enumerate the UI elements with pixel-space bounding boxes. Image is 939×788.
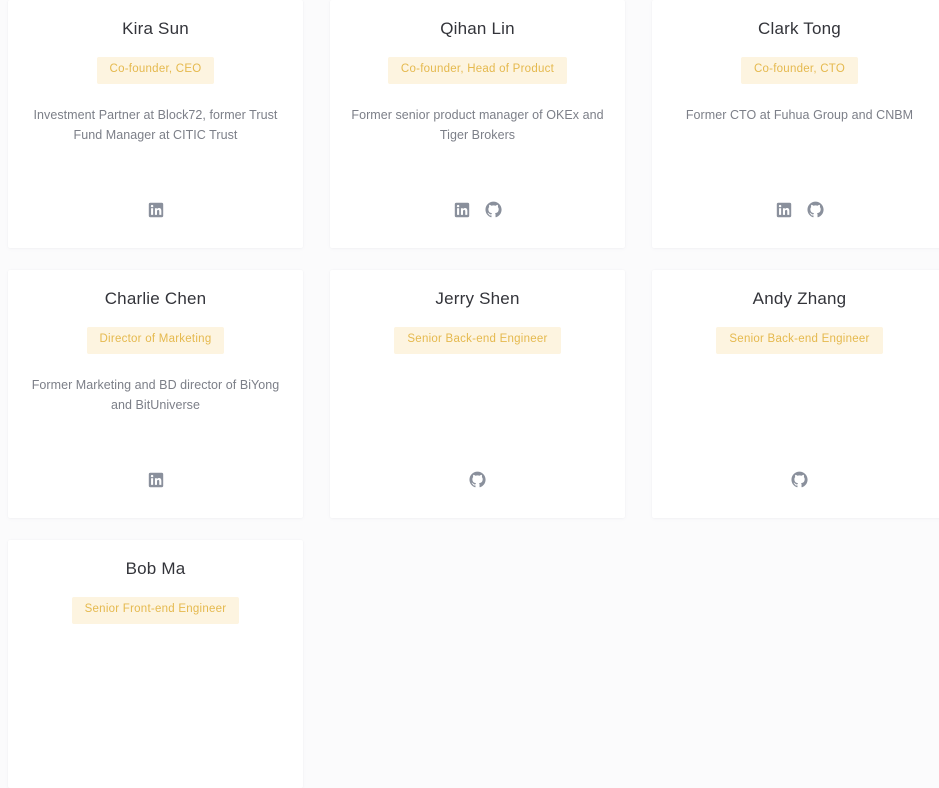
github-icon[interactable] xyxy=(791,471,808,488)
team-member-card[interactable]: Bob Ma Senior Front-end Engineer xyxy=(8,540,303,788)
member-bio: Investment Partner at Block72, former Tr… xyxy=(33,107,278,142)
team-members-grid: Kira Sun Co-founder, CEO Investment Partne… xyxy=(0,0,939,788)
member-name: Jerry Shen xyxy=(435,289,520,308)
member-bio: Former senior product manager of OKEx an… xyxy=(351,107,604,142)
linkedin-icon[interactable] xyxy=(776,201,793,218)
github-icon[interactable] xyxy=(806,201,824,218)
github-icon[interactable] xyxy=(469,471,486,488)
member-social-links xyxy=(330,471,625,488)
linkedin-icon[interactable] xyxy=(454,201,471,218)
member-role-badge: Senior Back-end Engineer xyxy=(394,327,561,354)
member-name: Andy Zhang xyxy=(752,289,847,308)
member-name: Clark Tong xyxy=(758,19,841,38)
member-social-links xyxy=(652,471,939,488)
member-role-badge: Co-founder, CEO xyxy=(96,57,215,84)
team-member-card[interactable]: Jerry Shen Senior Back-end Engineer xyxy=(330,270,625,518)
member-name: Bob Ma xyxy=(125,559,186,578)
member-role-badge: Director of Marketing xyxy=(86,327,225,354)
member-social-links xyxy=(8,201,303,218)
team-member-card[interactable]: Andy Zhang Senior Back-end Engineer xyxy=(652,270,939,518)
member-social-links xyxy=(330,201,625,218)
member-role-badge: Senior Front-end Engineer xyxy=(71,597,240,624)
member-bio: Former Marketing and BD director of BiYo… xyxy=(31,377,280,412)
team-member-card[interactable]: Charlie Chen Director of Marketing Former … xyxy=(8,270,303,518)
team-member-card[interactable]: Clark Tong Co-founder, CTO Former CTO at F… xyxy=(652,0,939,248)
member-role-badge: Co-founder, CTO xyxy=(740,57,859,84)
member-bio: Former CTO at Fuhua Group and CNBM xyxy=(685,107,914,122)
member-role-badge: Co-founder, Head of Product xyxy=(387,57,568,84)
member-name: Kira Sun xyxy=(122,19,189,38)
member-name: Charlie Chen xyxy=(104,289,207,308)
team-member-card[interactable]: Kira Sun Co-founder, CEO Investment Partne… xyxy=(8,0,303,248)
team-member-card[interactable]: Qihan Lin Co-founder, Head of Product Form… xyxy=(330,0,625,248)
member-role-badge: Senior Back-end Engineer xyxy=(716,327,883,354)
linkedin-icon[interactable] xyxy=(147,201,164,218)
member-social-links xyxy=(8,471,303,488)
github-icon[interactable] xyxy=(484,201,502,218)
linkedin-icon[interactable] xyxy=(147,471,164,488)
member-social-links xyxy=(652,201,939,218)
member-name: Qihan Lin xyxy=(440,19,515,38)
